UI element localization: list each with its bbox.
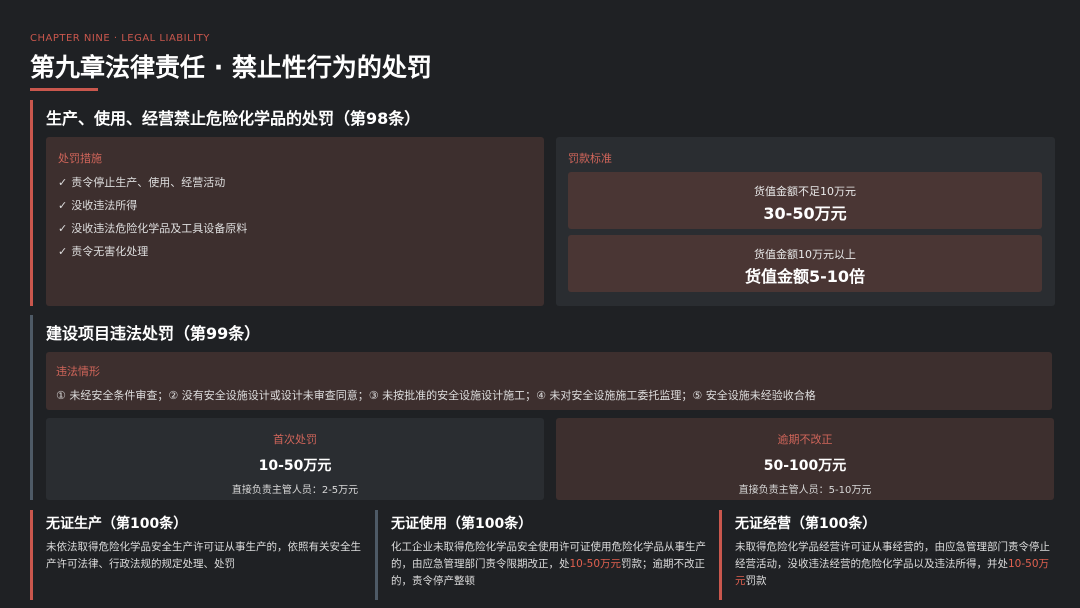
title-underline: [30, 88, 98, 91]
list-item: ✓ 责令停止生产、使用、经营活动: [58, 176, 226, 189]
overdue-penalty-box: 逾期不改正 50-100万元 直接负责主管人员：5-10万元: [556, 418, 1054, 500]
fine-amount: 30-50万元: [763, 204, 847, 223]
violations-box: 违法情形 ① 未经安全条件审查；② 没有安全设施设计或设计未审查同意；③ 未按批…: [46, 352, 1052, 410]
column-body: 未取得危险化学品经营许可证从事经营的，由应急管理部门责令停止经营活动，没收违法经…: [735, 541, 1050, 587]
fine-condition: 货值金额不足10万元: [754, 185, 856, 198]
first-penalty-label: 首次处罚: [273, 433, 317, 446]
check-icon: ✓: [58, 199, 68, 212]
violations-label: 违法情形: [56, 365, 100, 378]
page-title: 第九章法律责任 · 禁止性行为的处罚: [30, 53, 432, 82]
section-article-99: 建设项目违法处罚（第99条） 违法情形 ① 未经安全条件审查；② 没有安全设施设…: [30, 315, 1054, 500]
chapter-kicker: CHAPTER NINE · LEGAL LIABILITY: [30, 33, 210, 44]
fine-amount: 货值金额5-10倍: [744, 267, 866, 286]
overdue-penalty-label: 逾期不改正: [777, 433, 833, 446]
column-body: 化工企业未取得危险化学品安全使用许可证使用危险化学品从事生产的，由应急管理部门责…: [391, 541, 706, 587]
fine-standards-box: 罚款标准 货值金额不足10万元 30-50万元 货值金额10万元以上 货值金额5…: [556, 137, 1055, 306]
section-article-98: 生产、使用、经营禁止危险化学品的处罚（第98条） 处罚措施 ✓ 责令停止生产、使用…: [30, 100, 1055, 306]
column-heading: 无证生产（第100条）: [46, 516, 188, 532]
violations-text: ① 未经安全条件审查；② 没有安全设施设计或设计未审查同意；③ 未按批准的安全设…: [56, 389, 816, 402]
column-heading: 无证使用（第100条）: [391, 516, 533, 532]
list-item: ✓ 没收违法所得: [58, 199, 138, 212]
section-heading: 生产、使用、经营禁止危险化学品的处罚（第98条）: [46, 109, 421, 128]
section-heading: 建设项目违法处罚（第99条）: [46, 324, 261, 343]
unlicensed-usage-column: 无证使用（第100条） 化工企业未取得危险化学品安全使用许可证使用危险化学品从事…: [375, 510, 709, 600]
measures-label: 处罚措施: [58, 152, 102, 165]
check-icon: ✓: [58, 245, 68, 258]
unlicensed-business-column: 无证经营（第100条） 未取得危险化学品经营许可证从事经营的，由应急管理部门责令…: [719, 510, 1053, 600]
fines-label: 罚款标准: [568, 152, 612, 165]
column-heading: 无证经营（第100条）: [735, 516, 877, 532]
list-item: ✓ 责令无害化处理: [58, 245, 149, 258]
penalty-measures-box: 处罚措施 ✓ 责令停止生产、使用、经营活动 ✓ 没收违法所得 ✓ 没收违法危险化学品及…: [46, 137, 544, 306]
overdue-penalty-amount: 50-100万元: [763, 458, 847, 474]
highlight-amount: 10-50万元: [569, 558, 622, 570]
first-penalty-amount: 10-50万元: [258, 458, 332, 474]
fine-card: 货值金额不足10万元 30-50万元: [568, 172, 1042, 229]
fine-condition: 货值金额10万元以上: [754, 248, 856, 261]
check-icon: ✓: [58, 222, 68, 235]
first-penalty-note: 直接负责主管人员：2-5万元: [231, 485, 359, 496]
check-icon: ✓: [58, 176, 68, 189]
unlicensed-production-column: 无证生产（第100条） 未依法取得危险化学品安全生产许可证从事生产的，依照有关安…: [30, 510, 364, 600]
overdue-penalty-note: 直接负责主管人员：5-10万元: [738, 485, 872, 496]
list-item: ✓ 没收违法危险化学品及工具设备原料: [58, 222, 248, 235]
first-penalty-box: 首次处罚 10-50万元 直接负责主管人员：2-5万元: [46, 418, 544, 500]
column-body: 未依法取得危险化学品安全生产许可证从事生产的，依照有关安全生产许可法律、行政法规…: [46, 541, 361, 570]
fine-card: 货值金额10万元以上 货值金额5-10倍: [568, 235, 1042, 292]
